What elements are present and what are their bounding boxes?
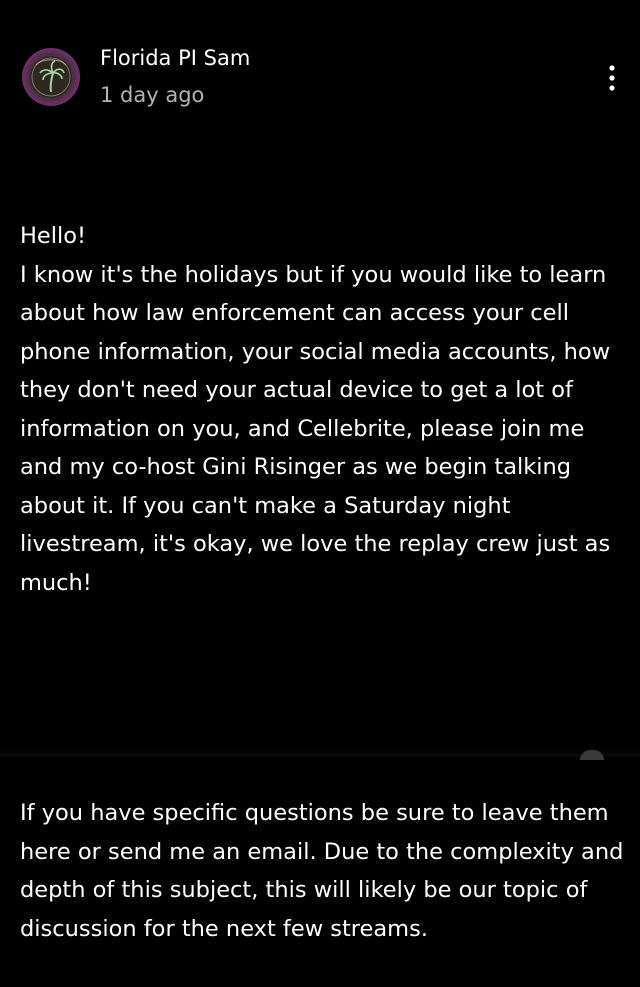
- author-avatar[interactable]: [22, 48, 80, 106]
- post-actions-edge: [0, 748, 640, 757]
- post-paragraph: Hello! I know it's the holidays but if y…: [20, 223, 611, 596]
- palm-tree-logo-icon: [30, 56, 72, 98]
- post-paragraph: If you have specific questions be sure t…: [20, 800, 631, 942]
- post-body: Hello! I know it's the holidays but if y…: [20, 140, 625, 987]
- author-name[interactable]: Florida PI Sam: [100, 44, 250, 72]
- more-options-button[interactable]: [596, 58, 628, 98]
- more-vertical-icon: [609, 65, 615, 91]
- post-header: Florida PI Sam 1 day ago: [0, 0, 640, 130]
- avatar-edge: [580, 750, 604, 760]
- post-timestamp: 1 day ago: [100, 83, 205, 107]
